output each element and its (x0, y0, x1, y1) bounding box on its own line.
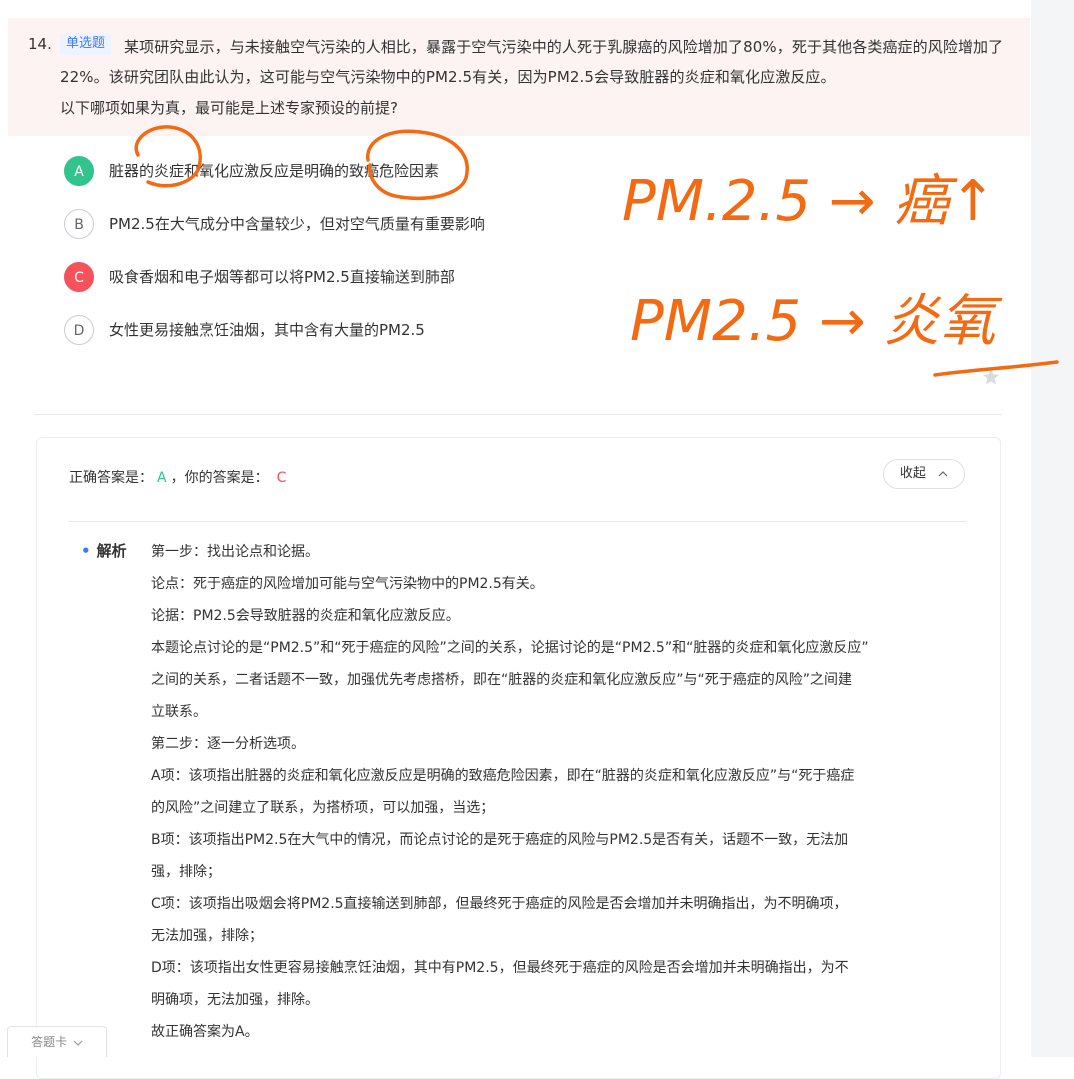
option-d-marker[interactable]: D (64, 315, 94, 345)
favorite-star-icon[interactable] (982, 368, 1000, 386)
answer-sheet-tab[interactable]: 答题卡 (7, 1026, 107, 1057)
section-divider (34, 414, 1002, 415)
analysis-line: 强，排除； (151, 864, 221, 880)
option-b-marker[interactable]: B (64, 209, 94, 239)
analysis-line: 故正确答案为A。 (151, 1024, 259, 1040)
answer-sheet-label: 答题卡 (31, 1035, 68, 1049)
analysis-line: 论点：死于癌症的风险增加可能与空气污染物中的PM2.5有关。 (151, 576, 544, 592)
option-a-text: 脏器的炎症和氧化应激反应是明确的致癌危险因素 (109, 162, 440, 180)
analysis-line: 第二步：逐一分析选项。 (151, 736, 305, 752)
correct-answer-value: A (157, 470, 167, 486)
analysis-line: 立联系。 (151, 704, 207, 720)
option-d-text: 女性更易接触烹饪油烟，其中含有大量的PM2.5 (109, 321, 425, 339)
option-b-text: PM2.5在大气成分中含量较少，但对空气质量有重要影响 (109, 215, 485, 233)
analysis-line: 论据：PM2.5会导致脏器的炎症和氧化应激反应。 (151, 608, 460, 624)
answer-summary: 正确答案是： A ，你的答案是： C (69, 467, 286, 487)
analysis-line: B项：该项指出PM2.5在大气中的情况，而论点讨论的是死于癌症的风险与PM2.5… (151, 832, 849, 848)
collapse-button[interactable]: 收起 (883, 459, 965, 489)
question-number: 14. (28, 35, 52, 53)
collapse-label: 收起 (899, 466, 926, 481)
analysis-line: 无法加强，排除； (151, 928, 263, 944)
your-answer-label: ，你的答案是： (170, 470, 269, 486)
chevron-up-icon (938, 470, 948, 476)
option-c-marker[interactable]: C (64, 262, 94, 292)
question-type-badge: 单选题 (60, 33, 112, 55)
question-prompt: 以下哪项如果为真，最可能是上述专家预设的前提? (60, 99, 398, 117)
card-divider (68, 521, 967, 522)
analysis-line: 明确项，无法加强，排除。 (151, 992, 319, 1008)
analysis-line: 的风险”之间建立了联系，为搭桥项，可以加强，当选； (151, 800, 495, 816)
option-a-marker[interactable]: A (64, 156, 94, 186)
question-block: 14. 某项研究显示，与未接触空气污染的人相比，暴露于空气污染中的人死于乳腺癌的… (8, 18, 1030, 136)
answer-card: 正确答案是： A ，你的答案是： C 收起 • 解析 第一步：找出论点和论据。 论点：死… (36, 437, 1001, 1079)
analysis-line: 本题论点讨论的是“PM2.5”和“死于癌症的风险”之间的关系，论据讨论的是“PM… (151, 640, 869, 656)
analysis-body: 第一步：找出论点和论据。 论点：死于癌症的风险增加可能与空气污染物中的PM2.5… (151, 536, 951, 1048)
ink-note-1: PM.2.5 → 癌↑ (622, 169, 996, 234)
analysis-line: D项：该项指出女性更容易接触烹饪油烟，其中有PM2.5，但最终死于癌症的风险是否… (151, 960, 849, 976)
ink-note-2: PM2.5 → 炎氧 (630, 289, 1003, 354)
option-c-text: 吸食香烟和电子烟等都可以将PM2.5直接输送到肺部 (109, 268, 455, 286)
chevron-down-icon (73, 1040, 83, 1046)
analysis-line: 第一步：找出论点和论据。 (151, 544, 319, 560)
right-gutter (1031, 0, 1074, 1057)
analysis-line: 之间的关系，二者话题不一致，加强优先考虑搭桥，即在“脏器的炎症和氧化应激反应”与… (151, 672, 853, 688)
question-stem: 某项研究显示，与未接触空气污染的人相比，暴露于空气污染中的人死于乳腺癌的风险增加… (60, 38, 1004, 86)
analysis-heading: • 解析 (81, 542, 127, 560)
your-answer-value: C (276, 470, 287, 486)
correct-answer-label: 正确答案是： (69, 470, 153, 486)
analysis-line: A项：该项指出脏器的炎症和氧化应激反应是明确的致癌危险因素，即在“脏器的炎症和氧… (151, 768, 855, 784)
analysis-line: C项：该项指出吸烟会将PM2.5直接输送到肺部，但最终死于癌症的风险是否会增加并… (151, 896, 848, 912)
